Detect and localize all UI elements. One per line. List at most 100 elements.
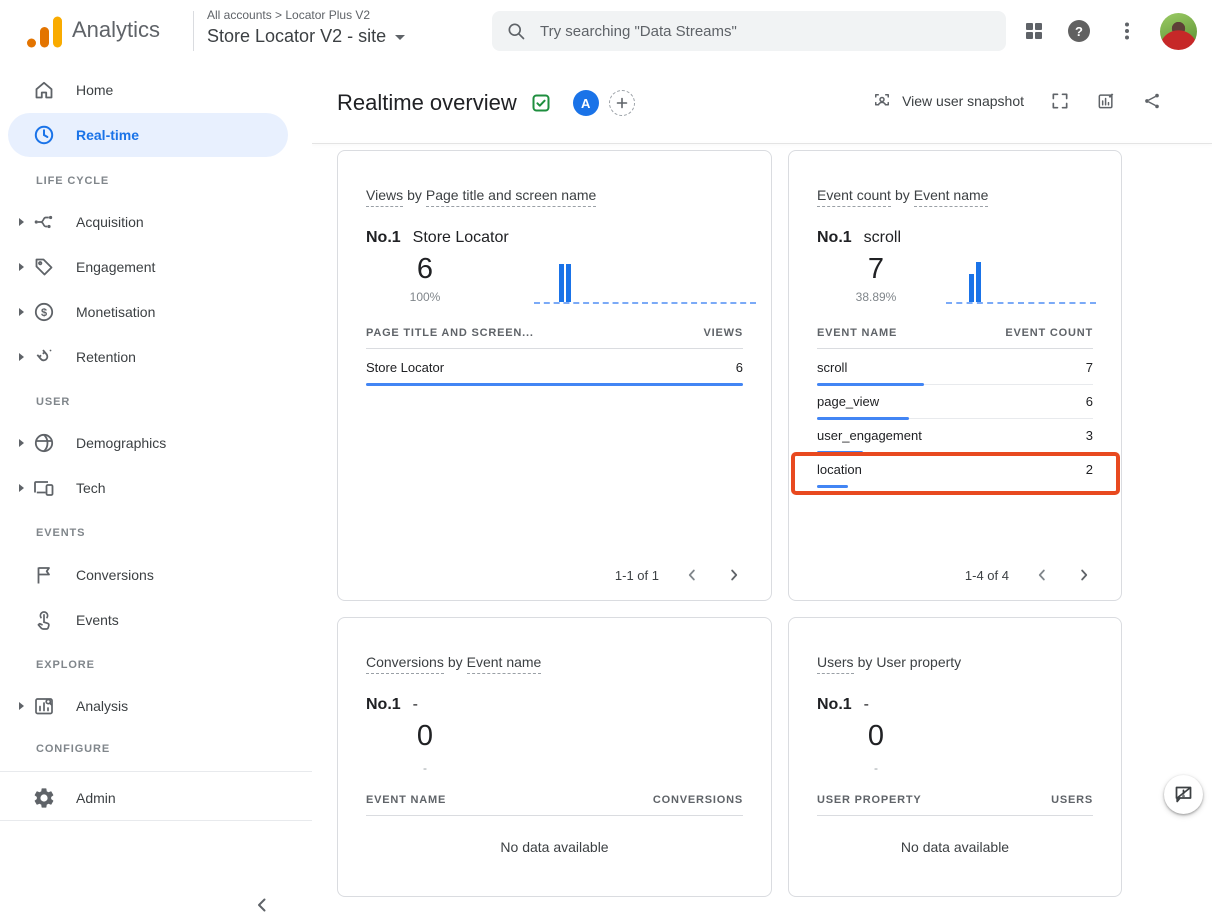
no-data-message: No data available	[789, 839, 1121, 855]
card-title: ConversionsbyEvent name	[366, 654, 541, 670]
sidebar-item-label: Events	[76, 612, 119, 628]
next-page-icon[interactable]	[725, 566, 743, 584]
help-icon[interactable]: ?	[1068, 20, 1090, 42]
spark-bar	[566, 264, 571, 302]
spark-bar	[559, 264, 564, 302]
chevron-down-icon	[395, 35, 405, 40]
top-entry: No.1 -	[366, 696, 418, 714]
metric-percent: -	[390, 761, 460, 775]
metric-value: 7	[841, 253, 911, 285]
table-row: page_view 6	[817, 385, 1093, 419]
metric-summary: 6 100%	[390, 253, 460, 304]
sidebar-item-tech[interactable]: Tech	[0, 466, 312, 510]
sidebar-item-label: Analysis	[76, 698, 128, 714]
sidebar-item-acquisition[interactable]: Acquisition	[0, 200, 312, 244]
top-entry-value: -	[413, 696, 418, 714]
table-header-rule	[366, 348, 743, 349]
metric-selector[interactable]: Event count	[817, 187, 891, 207]
sidebar-section-explore: EXPLORE	[36, 659, 95, 671]
user-snapshot-icon	[872, 91, 892, 111]
sidebar-item-engagement[interactable]: Engagement	[0, 245, 312, 289]
sidebar-item-admin[interactable]: Admin	[0, 776, 312, 820]
metric-percent: 100%	[390, 290, 460, 304]
pagination: 1-4 of 4	[965, 566, 1093, 584]
expand-caret-icon	[19, 308, 24, 316]
touch-icon	[32, 608, 56, 632]
search-bar[interactable]	[492, 11, 1006, 51]
sidebar-item-label: Home	[76, 82, 113, 98]
fullscreen-icon[interactable]	[1050, 91, 1070, 111]
header-divider	[312, 143, 1212, 144]
feedback-bubble-icon	[1173, 784, 1194, 805]
dimension-column-header: USER PROPERTY	[817, 794, 922, 806]
avatar[interactable]	[1160, 13, 1197, 50]
search-input[interactable]	[538, 22, 992, 41]
table-row: user_engagement 3	[817, 419, 1093, 453]
metric-percent: -	[841, 761, 911, 775]
sidebar-item-demographics[interactable]: Demographics	[0, 421, 312, 465]
previous-page-icon[interactable]	[1033, 566, 1051, 584]
sidebar-item-conversions[interactable]: Conversions	[0, 553, 312, 597]
next-page-icon[interactable]	[1075, 566, 1093, 584]
sidebar-item-label: Real-time	[76, 127, 139, 143]
metric-selector[interactable]: Conversions	[366, 654, 444, 674]
report-header: Realtime overview A	[337, 84, 635, 122]
view-user-snapshot-button[interactable]: View user snapshot	[872, 91, 1024, 111]
dimension-column-header: EVENT NAME	[366, 794, 446, 806]
report-valid-check-icon	[531, 93, 551, 113]
more-vert-icon[interactable]	[1115, 19, 1139, 43]
add-comparison-button[interactable]	[609, 90, 635, 116]
analytics-logo-icon[interactable]	[26, 15, 64, 49]
sidebar-item-realtime[interactable]: Real-time	[0, 113, 312, 157]
row-value-bar	[366, 383, 743, 386]
top-entry: No.1 -	[817, 696, 869, 714]
previous-page-icon[interactable]	[683, 566, 701, 584]
sidebar-nav: Home Real-time LIFE CYCLE Acquisition	[0, 62, 312, 864]
top-entry-value: scroll	[864, 229, 901, 247]
metric-column-header: EVENT COUNT	[1005, 327, 1093, 339]
metric-selector[interactable]: Users	[817, 654, 854, 674]
sparkline-chart	[946, 257, 1096, 304]
property-selector[interactable]: Store Locator V2 - site	[207, 26, 405, 47]
row-value-bar	[817, 383, 924, 386]
table-header: PAGE TITLE AND SCREEN... VIEWS	[366, 327, 743, 339]
sidebar-item-label: Demographics	[76, 435, 166, 451]
dimension-selector[interactable]: Event name	[467, 654, 542, 674]
sidebar-item-events[interactable]: Events	[0, 598, 312, 642]
clock-icon	[32, 123, 56, 147]
sidebar-item-label: Admin	[76, 790, 116, 806]
sidebar-item-retention[interactable]: Retention	[0, 335, 312, 379]
expand-caret-icon	[19, 484, 24, 492]
share-icon[interactable]	[1142, 91, 1162, 111]
breadcrumb[interactable]: All accounts > Locator Plus V2	[207, 8, 370, 22]
apps-grid-icon[interactable]	[1022, 19, 1046, 43]
card-users-by-user-property: UsersbyUser property No.1 - 0 - USER PRO…	[788, 617, 1122, 897]
expand-caret-icon	[19, 439, 24, 447]
table-body: Store Locator 6	[366, 351, 743, 385]
table-row: scroll 7	[817, 351, 1093, 385]
customize-report-icon[interactable]	[1096, 91, 1116, 111]
sidebar-item-label: Monetisation	[76, 304, 155, 320]
feedback-button[interactable]	[1164, 775, 1203, 814]
metric-selector[interactable]: Views	[366, 187, 403, 207]
sidebar-item-label: Tech	[76, 480, 106, 496]
sidebar-item-analysis[interactable]: Analysis	[0, 684, 312, 728]
top-entry-value: -	[864, 696, 869, 714]
top-entry: No.1 scroll	[817, 229, 901, 247]
metric-summary: 0 -	[390, 720, 460, 775]
dimension-column-header: PAGE TITLE AND SCREEN...	[366, 327, 534, 339]
dimension-label: User property	[876, 654, 961, 670]
dimension-selector[interactable]: Event name	[914, 187, 989, 207]
spark-bar	[976, 262, 981, 302]
comparison-badge[interactable]: A	[573, 90, 599, 116]
metric-summary: 0 -	[841, 720, 911, 775]
dimension-selector[interactable]: Page title and screen name	[426, 187, 596, 207]
pagination: 1-1 of 1	[615, 566, 743, 584]
sidebar-item-monetisation[interactable]: $ Monetisation	[0, 290, 312, 334]
no-data-message: No data available	[338, 839, 771, 855]
table-body: scroll 7 page_view 6 user_engagement 3 l…	[817, 351, 1093, 487]
sidebar-item-home[interactable]: Home	[0, 68, 312, 112]
collapse-sidebar-icon[interactable]	[250, 893, 274, 917]
table-header: USER PROPERTY USERS	[817, 794, 1093, 806]
card-title: Event countbyEvent name	[817, 187, 988, 203]
